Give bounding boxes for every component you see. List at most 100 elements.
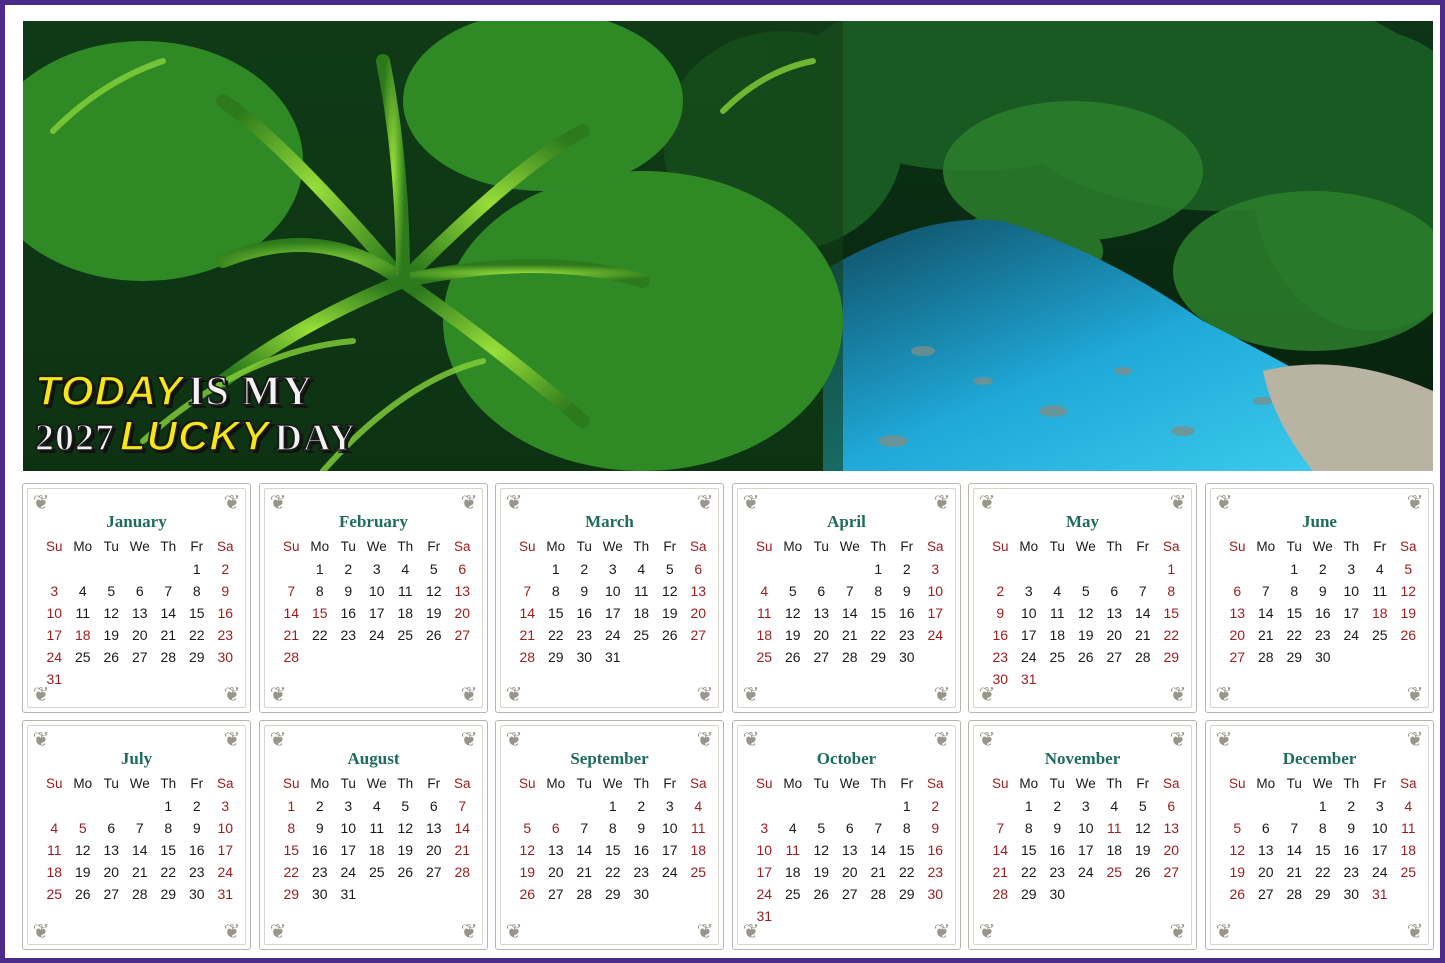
day-cell: 6: [551, 820, 560, 836]
day-cell: 30: [1343, 886, 1360, 902]
corner-ornament-icon: ❦: [696, 919, 714, 943]
day-cell: 21: [131, 864, 148, 880]
day-cell: 9: [931, 820, 940, 836]
weekday-header: We: [1312, 539, 1333, 554]
day-cell: 14: [576, 842, 593, 858]
day-cell: 30: [633, 886, 650, 902]
day-cell: 17: [756, 864, 773, 880]
day-cell: 24: [1077, 864, 1094, 880]
headline: TODAY IS MY 2027 LUCKY DAY: [34, 367, 357, 459]
day-cell: 5: [1138, 798, 1147, 814]
day-cell: 29: [870, 649, 887, 665]
day-cell: 23: [340, 627, 357, 643]
month-card: ❦ ❦ ❦ ❦ June Su Mo Tu We Th Fr Sa 1 2 3 4 5 6 7 8 9 10 11 12 13 1…: [1205, 483, 1434, 713]
empty-day-cell: [1252, 795, 1281, 817]
day-cell: 5: [817, 820, 826, 836]
day-cell: 4: [78, 583, 87, 599]
weekday-header: Sa: [216, 539, 234, 554]
day-cell: 27: [841, 886, 858, 902]
day-cell: 15: [160, 842, 177, 858]
day-cell: 8: [315, 583, 324, 599]
day-cell: 11: [785, 842, 801, 858]
weekday-header: Fr: [190, 776, 204, 791]
day-cell: 9: [221, 583, 230, 599]
weekday-header: We: [366, 539, 387, 554]
corner-ornament-icon: ❦: [505, 682, 523, 706]
corner-ornament-icon: ❦: [460, 919, 478, 943]
day-cell: 29: [283, 886, 300, 902]
day-cell: 1: [315, 561, 324, 577]
corner-ornament-icon: ❦: [1406, 682, 1424, 706]
day-cell: 7: [1261, 583, 1270, 599]
day-cell: 27: [690, 627, 707, 643]
day-cell: 2: [996, 583, 1005, 599]
empty-day-cell: [40, 558, 69, 580]
month-card: ❦ ❦ ❦ ❦ August Su Mo Tu We Th Fr Sa 1 2 3 4 5 6 7 8 9 10 11 12 1…: [259, 720, 488, 950]
day-cell: 24: [661, 864, 678, 880]
weekday-header: Th: [870, 539, 887, 554]
day-cell: 18: [1049, 627, 1066, 643]
day-cell: 14: [1257, 605, 1274, 621]
day-cell: 24: [46, 649, 63, 665]
weekday-header: Tu: [1049, 539, 1065, 554]
day-cell: 27: [425, 864, 442, 880]
weekday-header: Th: [1106, 539, 1123, 554]
weekday-header: Sa: [453, 776, 471, 791]
day-cell: 12: [519, 842, 536, 858]
day-cell: 29: [1286, 649, 1303, 665]
day-cell: 6: [429, 798, 438, 814]
day-cell: 21: [519, 627, 536, 643]
day-cell: 25: [784, 886, 801, 902]
weekday-header: Fr: [900, 776, 914, 791]
empty-day-cell: [1280, 795, 1309, 817]
day-cell: 27: [547, 886, 564, 902]
day-cell: 6: [1167, 798, 1176, 814]
day-cell: 6: [107, 820, 116, 836]
weekday-header: Mo: [1256, 776, 1276, 791]
day-cell: 22: [311, 627, 328, 643]
weekday-header: Tu: [103, 776, 119, 791]
day-cell: 29: [547, 649, 564, 665]
day-cell: 14: [283, 605, 300, 621]
day-cell: 24: [1371, 864, 1388, 880]
empty-day-cell: [69, 795, 98, 817]
day-cell: 17: [1343, 605, 1360, 621]
day-cell: 28: [870, 886, 887, 902]
headline-line1-rest: IS MY: [187, 369, 314, 415]
day-grid: Su Mo Tu We Th Fr Sa 1 2 3 4 5 6 7 8 9 10 11 12 13 14 15 16 17 1…: [513, 773, 713, 905]
empty-day-cell: [779, 795, 808, 817]
day-cell: 11: [756, 605, 772, 621]
day-cell: 8: [192, 583, 201, 599]
day-cell: 20: [1229, 627, 1246, 643]
day-cell: 31: [1371, 886, 1388, 902]
empty-day-cell: [97, 558, 126, 580]
month-card: ❦ ❦ ❦ ❦ October Su Mo Tu We Th Fr Sa 1 2 3 4 5 6 7 8 9 10 11 12…: [732, 720, 961, 950]
day-cell: 15: [870, 605, 887, 621]
day-cell: 9: [1347, 820, 1356, 836]
day-cell: 25: [1400, 864, 1417, 880]
weekday-header: Fr: [663, 539, 677, 554]
day-cell: 11: [1106, 820, 1122, 836]
empty-day-cell: [779, 558, 808, 580]
weekday-header: Su: [45, 776, 63, 791]
day-cell: 28: [160, 649, 177, 665]
day-cell: 18: [46, 864, 63, 880]
day-cell: 2: [315, 798, 324, 814]
weekday-header: We: [129, 776, 150, 791]
day-cell: 13: [454, 583, 471, 599]
headline-highlight-today: TODAY: [34, 367, 184, 414]
day-cell: 2: [221, 561, 230, 577]
day-cell: 9: [902, 583, 911, 599]
day-cell: 6: [1233, 583, 1242, 599]
day-cell: 2: [1318, 561, 1327, 577]
day-cell: 11: [633, 583, 649, 599]
day-cell: 3: [608, 561, 617, 577]
day-cell: 2: [931, 798, 940, 814]
day-cell: 23: [1314, 627, 1331, 643]
day-cell: 17: [1077, 842, 1094, 858]
day-cell: 19: [103, 627, 120, 643]
day-grid: Su Mo Tu We Th Fr Sa 1 2 3 4 5 6 7 8 9 10 11 12 13 14 15 16 17 1…: [750, 773, 950, 927]
day-cell: 1: [1290, 561, 1299, 577]
day-cell: 1: [1024, 798, 1033, 814]
empty-day-cell: [750, 795, 779, 817]
